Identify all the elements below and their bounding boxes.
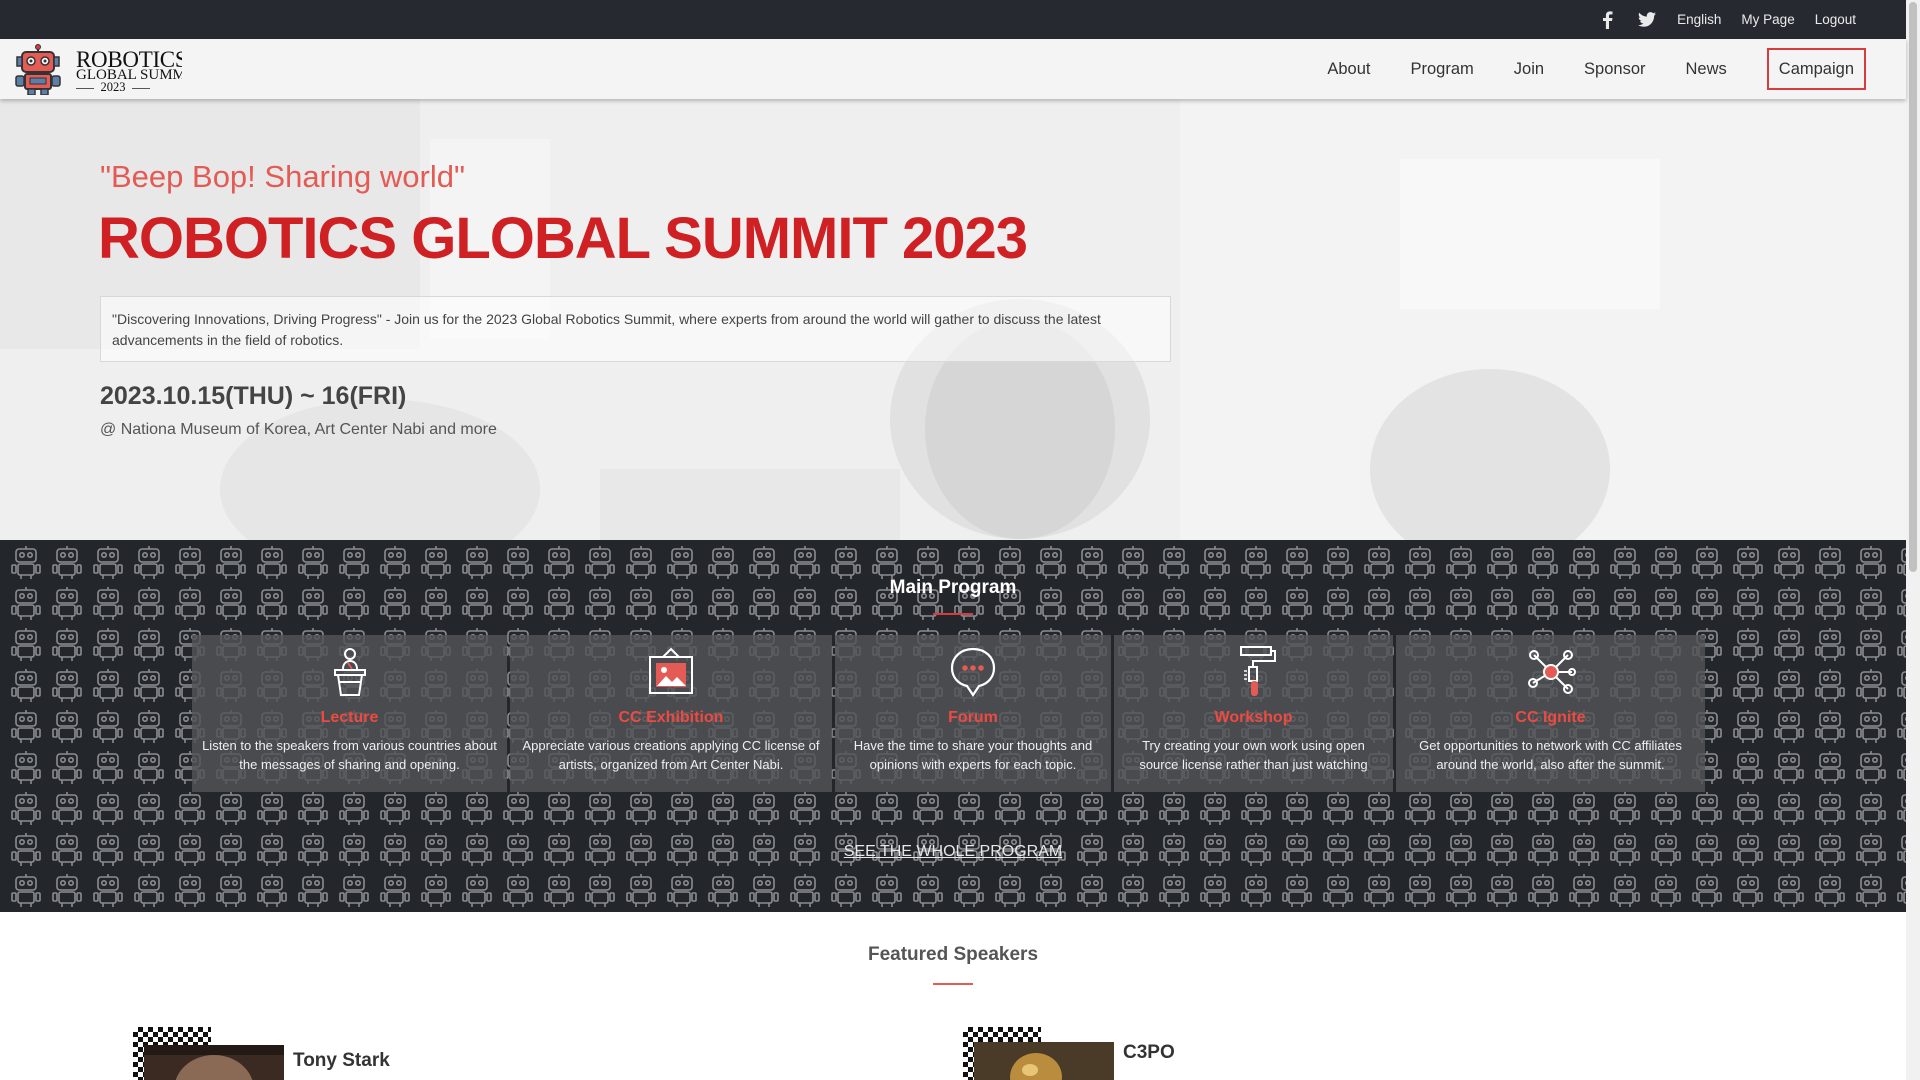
hero-description: "Discovering Innovations, Driving Progre… [100,296,1171,362]
speaker-photo [974,1042,1114,1080]
speaker-name: C3PO [1123,1042,1175,1063]
site-logo[interactable]: ROBOTICS GLOBAL SUMMIT 2023 [12,43,182,95]
main-program-title: Main Program [889,577,1017,598]
speaker-name: Tony Stark [293,1050,390,1071]
card-text: Try creating your own work using open so… [1139,738,1368,772]
featured-speakers-title: Featured Speakers [867,944,1039,965]
program-cards: Lecture Listen to the speakers from vari… [192,635,1705,792]
logout-link[interactable]: Logout [1815,12,1856,27]
scrollbar-thumb[interactable] [1909,2,1917,572]
nav-sponsor[interactable]: Sponsor [1564,48,1665,90]
speaker-photo-frame [133,1027,288,1080]
card-title: CC Ignite [1515,709,1586,726]
top-bar: English My Page Logout [0,0,1906,39]
logo-text-year: 2023 [76,80,150,95]
exhibition-picture-icon [649,647,693,694]
nav-join[interactable]: Join [1494,48,1564,90]
site-header: ROBOTICS GLOBAL SUMMIT 2023 About Progra… [0,39,1906,99]
program-card-forum[interactable]: Forum Have the time to share your though… [835,635,1111,792]
program-card-workshop[interactable]: Workshop Try creating your own work usin… [1114,635,1393,792]
campaign-button[interactable]: Campaign [1766,48,1866,90]
facebook-icon[interactable] [1597,10,1617,30]
hero-section: "Beep Bop! Sharing world" ROBOTICS GLOBA… [0,99,1906,540]
title-underline [933,613,973,615]
card-text: Have the time to share your thoughts and… [853,738,1093,772]
see-whole-program-wrap: SEE THE WHOLE PROGRAM [0,843,1906,861]
hero-title: ROBOTICS GLOBAL SUMMIT 2023 [98,206,1028,271]
nav-about[interactable]: About [1307,48,1390,90]
robot-logo-icon [15,44,61,95]
card-title: Lecture [320,709,379,726]
card-title: CC Exhibition [618,709,724,726]
twitter-icon[interactable] [1637,10,1657,30]
forum-chat-icon [950,647,996,697]
speaker-photo [144,1045,284,1080]
nav-program[interactable]: Program [1390,48,1493,90]
workshop-paint-roller-icon [1239,646,1276,696]
language-link[interactable]: English [1677,12,1721,27]
main-program-section: Main Program Lecture Listen to the speak… [0,540,1906,912]
network-nodes-icon [1527,650,1576,694]
speaker-photo-frame [963,1027,1118,1080]
top-links: English My Page Logout [1597,0,1856,39]
card-title: Workshop [1214,709,1293,726]
program-card-cc-exhibition[interactable]: CC Exhibition Appreciate various creatio… [510,635,832,792]
program-card-lecture[interactable]: Lecture Listen to the speakers from vari… [192,635,507,792]
nav-news[interactable]: News [1666,48,1747,90]
main-nav: About Program Join Sponsor News Campaign [1307,48,1866,90]
hero-tagline: "Beep Bop! Sharing world" [100,159,465,194]
card-text: Listen to the speakers from various coun… [202,738,497,772]
card-title: Forum [948,709,998,726]
card-text: Appreciate various creations applying CC… [522,738,820,772]
see-whole-program-link[interactable]: SEE THE WHOLE PROGRAM [844,843,1062,860]
event-venue: @ Nationa Museum of Korea, Art Center Na… [100,421,497,438]
lecture-podium-icon [333,648,366,696]
event-date: 2023.10.15(THU) ~ 16(FRI) [100,382,407,410]
page-scrollbar[interactable] [1906,0,1920,1080]
my-page-link[interactable]: My Page [1741,12,1794,27]
title-underline [933,983,973,985]
program-card-cc-ignite[interactable]: CC Ignite Get opportunities to network w… [1396,635,1705,792]
card-text: Get opportunities to network with CC aff… [1419,738,1682,772]
